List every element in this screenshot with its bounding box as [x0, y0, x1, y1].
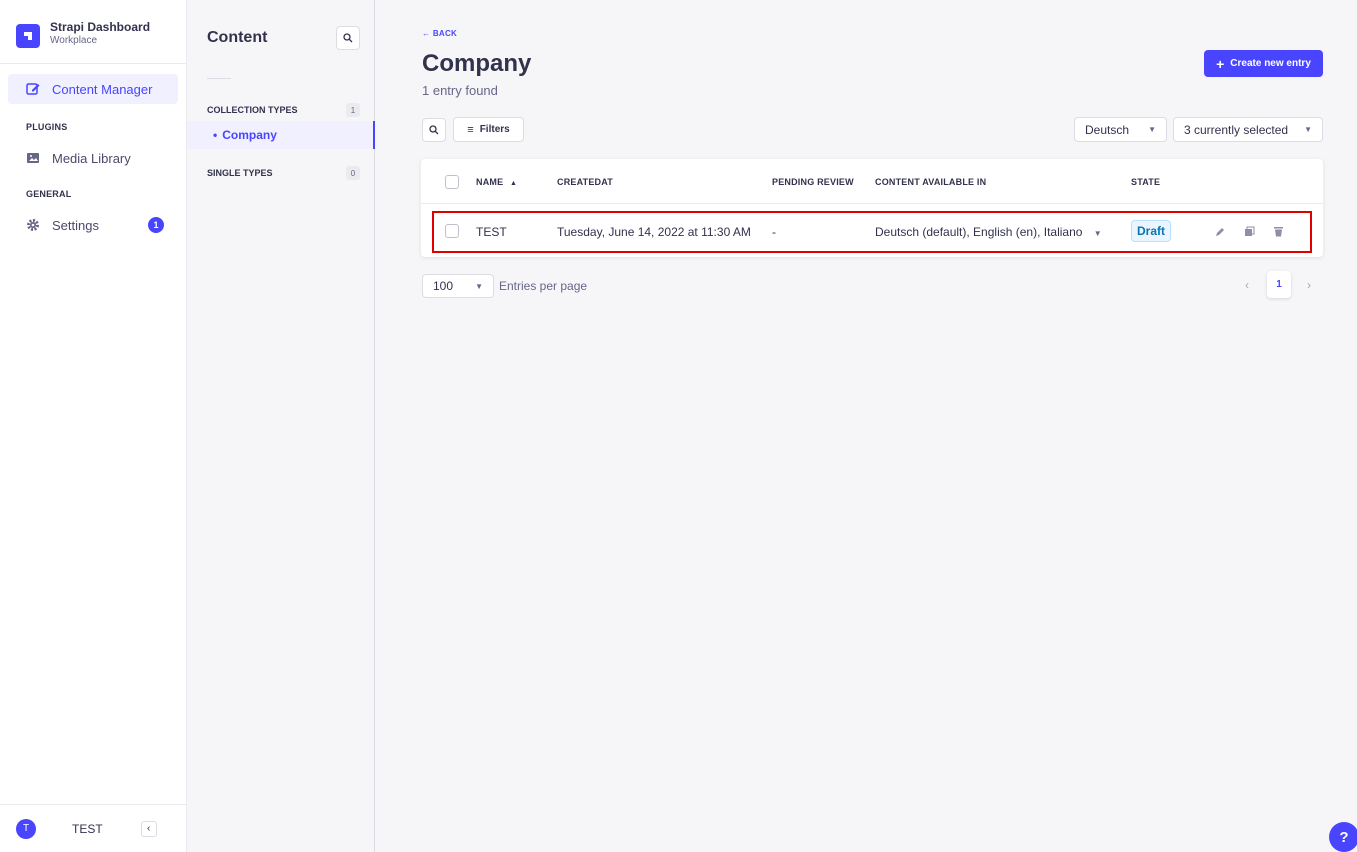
nav-item-settings[interactable]: Settings 1: [8, 210, 178, 240]
chevron-down-icon: ▼: [1304, 125, 1312, 134]
brand-subtitle: Workplace: [50, 35, 98, 46]
pagination-page-current[interactable]: 1: [1267, 271, 1291, 298]
select-all-checkbox[interactable]: [445, 175, 459, 189]
subnav-item-company[interactable]: • Company: [187, 121, 375, 149]
duplicate-button[interactable]: [1243, 225, 1255, 237]
chevron-down-icon: ▼: [1148, 125, 1156, 134]
chevron-down-icon: ▼: [475, 281, 483, 291]
chevron-right-icon: ›: [1307, 278, 1311, 292]
settings-notification-badge: 1: [148, 217, 164, 233]
pencil-square-icon: [26, 82, 40, 96]
main-nav: Strapi Dashboard Workplace Content Manag…: [0, 0, 187, 852]
collection-types-section[interactable]: COLLECTION TYPES 1: [187, 101, 374, 119]
subnav-title: Content: [207, 29, 268, 46]
back-link[interactable]: ← BACK: [422, 29, 457, 38]
nav-footer: T TEST ‹: [0, 804, 186, 852]
column-header-state[interactable]: STATE: [1131, 177, 1160, 187]
nav-section-plugins: PLUGINS: [26, 122, 68, 132]
content-subnav: Content COLLECTION TYPES 1 • Company SIN…: [187, 0, 375, 852]
entries-per-page-select[interactable]: 100 ▼: [422, 274, 494, 298]
cell-createdat: Tuesday, June 14, 2022 at 11:30 AM: [557, 225, 751, 239]
brand-title: Strapi Dashboard: [50, 20, 151, 34]
strapi-logo-icon: [16, 24, 40, 48]
column-header-name[interactable]: NAME ▲: [476, 177, 517, 187]
plus-icon: +: [1216, 55, 1225, 72]
create-new-entry-button[interactable]: + Create new entry: [1204, 50, 1323, 77]
collection-types-count: 1: [346, 103, 360, 117]
chevron-left-icon: ‹: [147, 823, 151, 834]
brand: Strapi Dashboard Workplace: [0, 0, 186, 64]
entries-table: NAME ▲ CREATEDAT PENDING REVIEW CONTENT …: [421, 159, 1323, 257]
header-divider: [421, 203, 1323, 204]
cell-name: TEST: [476, 225, 507, 239]
columns-select[interactable]: 3 currently selected ▼: [1173, 117, 1323, 142]
edit-button[interactable]: [1214, 225, 1226, 237]
previous-page-button[interactable]: ‹: [1245, 278, 1249, 292]
column-header-content-available-in[interactable]: CONTENT AVAILABLE IN: [875, 177, 986, 187]
single-types-section[interactable]: SINGLE TYPES 0: [187, 164, 374, 182]
collapse-nav-button[interactable]: ‹: [140, 820, 157, 837]
chevron-down-icon: ▼: [1093, 229, 1102, 238]
cell-content-available-in[interactable]: Deutsch (default), English (en), Italian…: [875, 225, 1102, 239]
chevron-left-icon: ‹: [1245, 278, 1249, 292]
help-button[interactable]: ?: [1329, 822, 1357, 852]
nav-item-label: Media Library: [52, 150, 131, 166]
search-button[interactable]: [422, 118, 446, 142]
single-types-count: 0: [346, 166, 360, 180]
filter-icon: ≡: [467, 123, 474, 136]
status-badge: Draft: [1131, 220, 1171, 242]
page-title: Company: [422, 50, 532, 77]
image-icon: [26, 151, 40, 165]
search-icon: [343, 33, 353, 43]
delete-button[interactable]: [1272, 225, 1284, 237]
avatar[interactable]: T: [16, 818, 36, 839]
entry-count: 1 entry found: [422, 83, 498, 98]
column-header-pending-review[interactable]: PENDING REVIEW: [772, 177, 854, 187]
collection-types-label: COLLECTION TYPES: [207, 105, 298, 115]
single-types-label: SINGLE TYPES: [207, 168, 273, 178]
filters-button[interactable]: ≡ Filters: [453, 117, 524, 142]
main-content: ← BACK Company 1 entry found + Create ne…: [375, 0, 1357, 852]
entries-per-page-label: Entries per page: [499, 279, 588, 293]
subnav-search-button[interactable]: [336, 26, 360, 50]
next-page-button[interactable]: ›: [1307, 278, 1311, 292]
nav-item-content-manager[interactable]: Content Manager: [8, 74, 178, 104]
row-checkbox[interactable]: [445, 224, 459, 238]
cell-pending-review: -: [772, 225, 776, 239]
duplicate-icon: [1244, 226, 1254, 236]
search-icon: [429, 125, 439, 135]
locale-select[interactable]: Deutsch ▼: [1074, 117, 1167, 142]
gear-icon: [26, 218, 40, 232]
pencil-icon: [1215, 227, 1224, 236]
nav-item-label: Settings: [52, 217, 99, 233]
nav-item-media-library[interactable]: Media Library: [8, 143, 178, 173]
nav-item-label: Content Manager: [52, 81, 153, 97]
nav-section-general: GENERAL: [26, 189, 72, 199]
column-header-createdat[interactable]: CREATEDAT: [557, 177, 613, 187]
user-name[interactable]: TEST: [72, 822, 103, 836]
trash-icon: [1273, 226, 1283, 236]
sort-up-icon: ▲: [510, 180, 518, 187]
